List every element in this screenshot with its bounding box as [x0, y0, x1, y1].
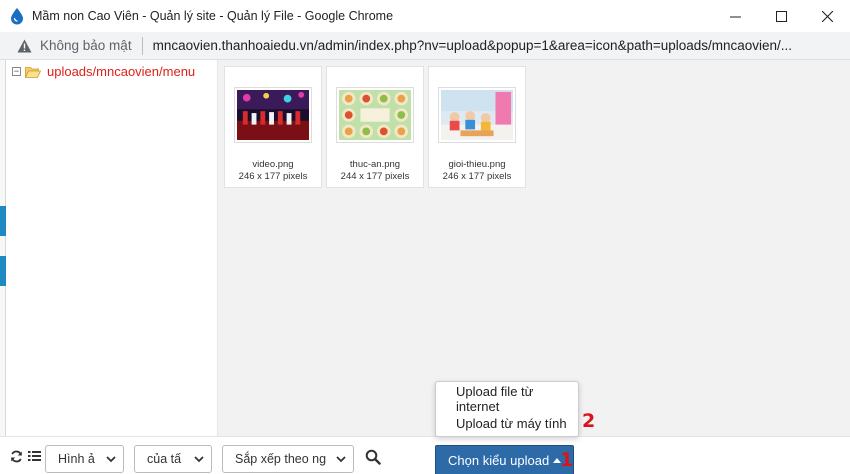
close-icon	[821, 10, 833, 22]
refresh-icon[interactable]	[9, 449, 23, 463]
minimize-icon	[729, 16, 741, 17]
collapse-toggle[interactable]: −	[12, 67, 21, 76]
file-thumbnail	[336, 87, 414, 143]
file-item-video[interactable]: video.png 246 x 177 pixels	[224, 66, 322, 188]
menu-item-upload-internet[interactable]: Upload file từ internet	[436, 384, 578, 414]
address-bar[interactable]: Không bảo mật mncaovien.thanhoaiedu.vn/a…	[0, 32, 850, 60]
file-thumbnail	[234, 87, 312, 143]
bottom-toolbar: Hình ả của tấ Sắp xếp theo ng Chọn kiểu …	[0, 436, 850, 474]
maximize-button[interactable]	[758, 0, 804, 32]
file-type-select[interactable]: Hình ả	[45, 445, 124, 473]
folder-label[interactable]: uploads/mncaovien/menu	[47, 64, 195, 79]
file-grid: video.png 246 x 177 pixels thuc-an.png 2…	[218, 60, 850, 436]
file-name: gioi-thieu.png	[448, 159, 506, 170]
app-drop-icon	[11, 8, 23, 25]
sort-select[interactable]: Sắp xếp theo ng	[222, 445, 354, 473]
file-item-thuc-an[interactable]: thuc-an.png 244 x 177 pixels	[326, 66, 424, 188]
list-view-icon[interactable]	[27, 449, 41, 463]
file-name: video.png	[252, 159, 294, 170]
tree-item-menu[interactable]: − uploads/mncaovien/menu	[12, 64, 195, 79]
minimize-button[interactable]	[712, 0, 758, 32]
step-marker-1: 1	[560, 449, 574, 471]
address-separator	[141, 36, 143, 55]
chevron-down-icon	[336, 456, 346, 463]
upload-type-menu: Upload file từ internet Upload từ máy tí…	[435, 381, 579, 437]
file-dimensions: 246 x 177 pixels	[442, 171, 512, 182]
classroom-image	[441, 90, 513, 140]
warning-icon[interactable]	[16, 38, 32, 54]
stage-performance-image	[237, 90, 309, 140]
file-dimensions: 246 x 177 pixels	[238, 171, 308, 182]
chevron-down-icon	[194, 456, 204, 463]
url-text[interactable]: mncaovien.thanhoaiedu.vn/admin/index.php…	[153, 38, 850, 53]
upload-button-label: Chọn kiểu upload	[448, 452, 550, 468]
file-type-value: Hình ả	[58, 452, 95, 466]
window-title: Mầm non Cao Viên - Quản lý site - Quản l…	[32, 9, 394, 23]
owner-filter-value: của tấ	[147, 452, 182, 466]
file-thumbnail	[438, 87, 516, 143]
step-marker-2: 2	[582, 410, 596, 432]
security-status[interactable]: Không bảo mật	[40, 38, 132, 53]
folder-tree: − uploads/mncaovien/menu	[6, 60, 218, 436]
file-item-gioi-thieu[interactable]: gioi-thieu.png 246 x 177 pixels	[428, 66, 526, 188]
food-collage-image	[339, 90, 411, 140]
window-titlebar: Mầm non Cao Viên - Quản lý site - Quản l…	[0, 0, 850, 32]
search-icon[interactable]	[364, 448, 381, 465]
file-dimensions: 244 x 177 pixels	[340, 171, 410, 182]
owner-filter-select[interactable]: của tấ	[134, 445, 212, 473]
file-name: thuc-an.png	[349, 159, 401, 170]
chevron-down-icon	[106, 456, 116, 463]
maximize-icon	[775, 10, 787, 22]
menu-item-upload-computer[interactable]: Upload từ máy tính	[436, 411, 578, 435]
sort-value: Sắp xếp theo ng	[235, 452, 327, 466]
folder-open-icon	[25, 66, 41, 78]
close-button[interactable]	[804, 0, 850, 32]
upload-type-button[interactable]: Chọn kiểu upload	[435, 445, 574, 474]
